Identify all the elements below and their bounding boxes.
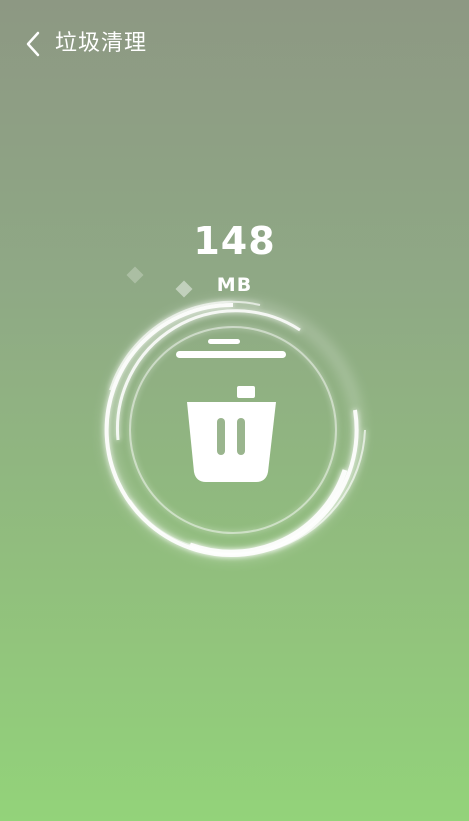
cleaning-illustration xyxy=(103,266,366,560)
chevron-left-icon xyxy=(26,31,40,57)
swirl-rings xyxy=(103,300,366,560)
back-button[interactable] xyxy=(18,28,48,60)
trash-icon xyxy=(176,339,286,482)
top-bar: 垃圾清理 xyxy=(0,0,469,90)
junk-size-value: 148 xyxy=(193,219,276,263)
junk-size-unit: MB xyxy=(216,274,253,296)
page-title: 垃圾清理 xyxy=(55,31,148,56)
